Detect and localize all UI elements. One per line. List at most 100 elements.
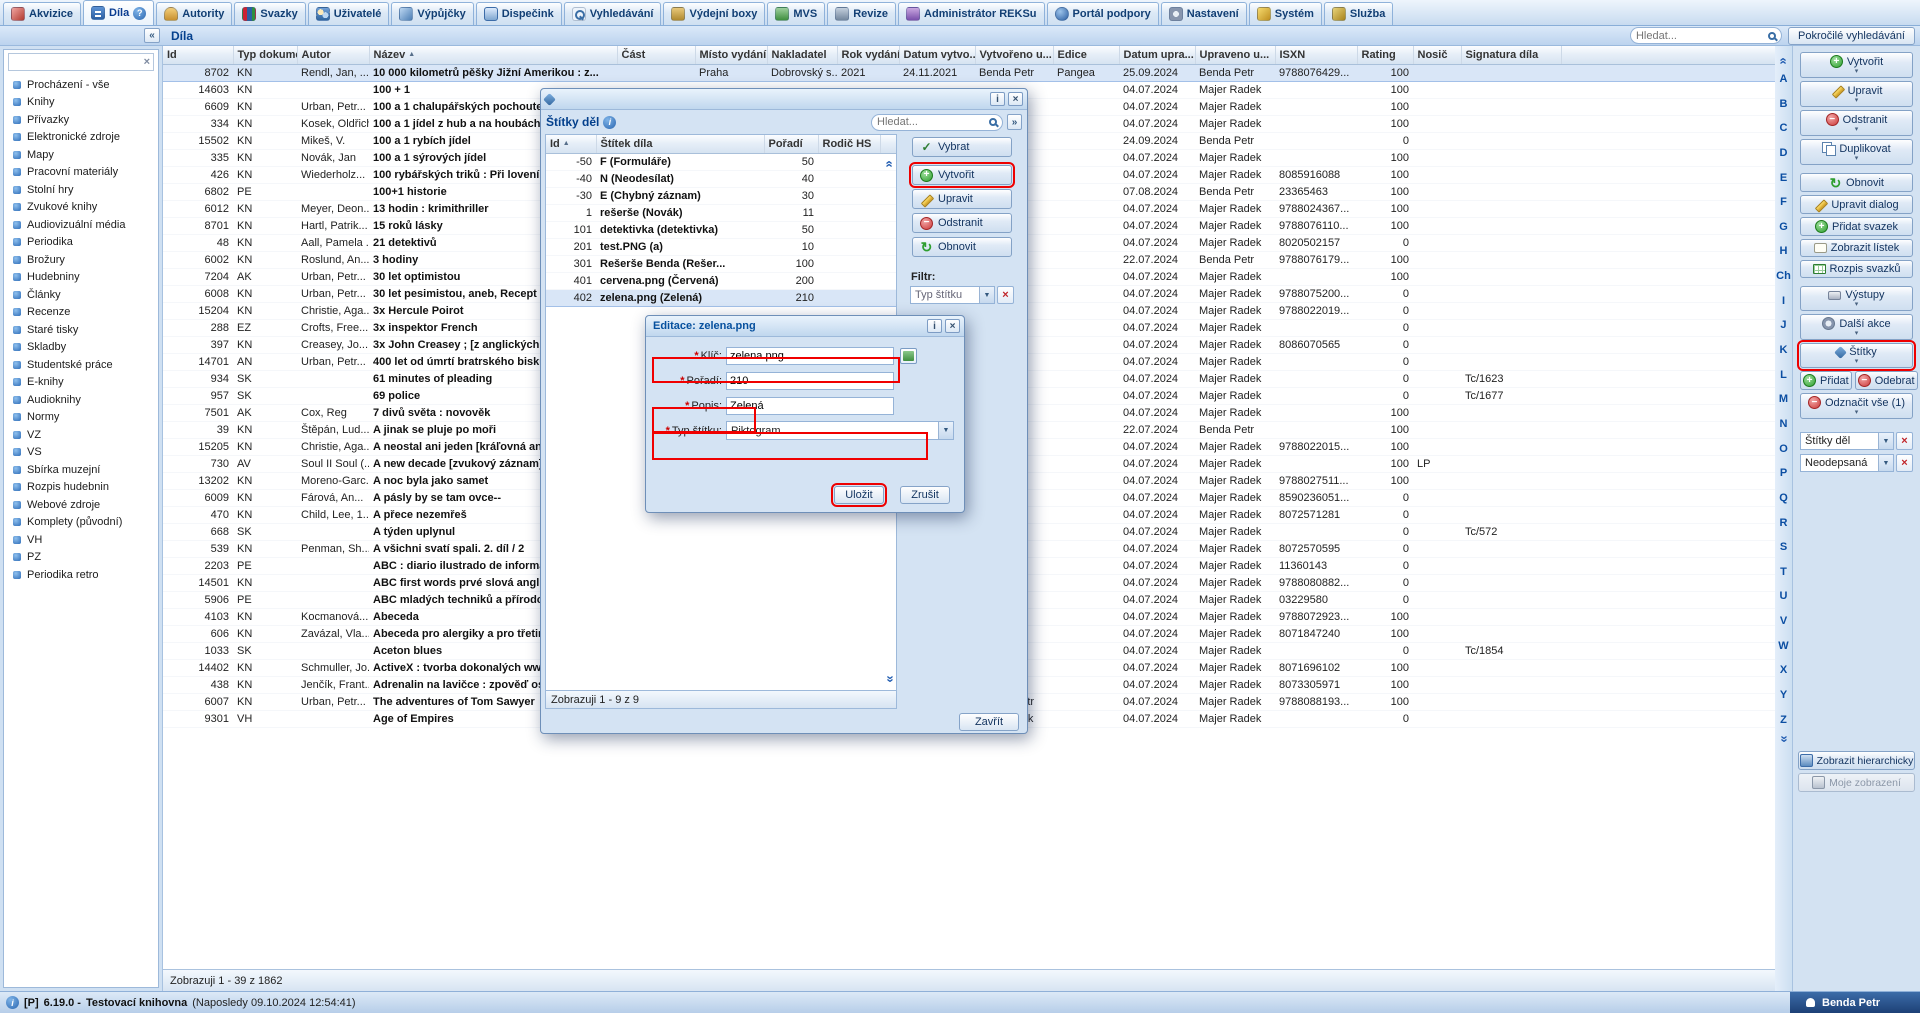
sidebar-item[interactable]: Skladby bbox=[4, 339, 158, 357]
sidebar-item[interactable]: Komplety (původní) bbox=[4, 514, 158, 532]
alphabet-letter[interactable]: L bbox=[1776, 370, 1791, 381]
tab-cart[interactable]: Akvizice bbox=[3, 2, 81, 25]
current-user-button[interactable]: Benda Petr bbox=[1790, 992, 1920, 1013]
info-icon[interactable]: i bbox=[6, 996, 19, 1009]
create-button[interactable]: +Vytvořit ▾ bbox=[1800, 52, 1913, 78]
show-card-button[interactable]: Zobrazit lístek bbox=[1800, 239, 1913, 257]
alphabet-letter[interactable]: T bbox=[1776, 567, 1791, 578]
table-row[interactable]: 1rešerše (Novák)11 bbox=[546, 204, 896, 221]
clear-label-type-button[interactable]: × bbox=[997, 286, 1014, 304]
alphabet-letter[interactable]: X bbox=[1776, 665, 1791, 676]
sidebar-item[interactable]: Sbírka muzejní bbox=[4, 461, 158, 479]
sidebar-item[interactable]: VS bbox=[4, 444, 158, 462]
more-actions-button[interactable]: Další akce ▾ bbox=[1800, 314, 1913, 340]
sidebar-item[interactable]: Normy bbox=[4, 409, 158, 427]
alphabet-letter[interactable]: B bbox=[1776, 99, 1791, 110]
restore-label-button[interactable]: ↻Obnovit bbox=[912, 237, 1012, 257]
column-header[interactable]: Nakladatel bbox=[767, 46, 837, 64]
edit-dialog-button[interactable]: Upravit dialog bbox=[1800, 195, 1913, 214]
scroll-to-top-icon[interactable]: « bbox=[884, 160, 894, 167]
column-header[interactable]: Rok vydání bbox=[837, 46, 899, 64]
sidebar-item[interactable]: Elektronické zdroje bbox=[4, 129, 158, 147]
info-icon[interactable]: i bbox=[603, 116, 616, 129]
clear-filter-icon[interactable]: × bbox=[144, 56, 150, 68]
table-row[interactable]: 201test.PNG (a)10 bbox=[546, 238, 896, 255]
sidebar-item[interactable]: Periodika bbox=[4, 234, 158, 252]
alphabet-letter[interactable]: I bbox=[1776, 296, 1791, 307]
alphabet-letter[interactable]: M bbox=[1776, 394, 1791, 405]
delete-label-button[interactable]: −Odstranit bbox=[912, 213, 1012, 233]
alphabet-letter[interactable]: Q bbox=[1776, 493, 1791, 504]
outputs-button[interactable]: Výstupy ▾ bbox=[1800, 286, 1913, 311]
expand-icon[interactable]: » bbox=[1007, 114, 1022, 130]
scroll-to-top-icon[interactable]: « bbox=[1778, 57, 1788, 64]
labels-button[interactable]: Štítky ▾ bbox=[1800, 343, 1913, 368]
close-icon[interactable]: × bbox=[1008, 92, 1023, 106]
alphabet-letter[interactable]: S bbox=[1776, 542, 1791, 553]
column-header[interactable]: Datum vytvo... bbox=[899, 46, 975, 64]
alphabet-letter[interactable]: G bbox=[1776, 222, 1791, 233]
sidebar-item[interactable]: Pracovní materiály bbox=[4, 164, 158, 182]
status-filter-select[interactable]: Neodepsaná ▼ bbox=[1800, 454, 1894, 472]
table-row[interactable]: -40N (Neodesílat)40 bbox=[546, 170, 896, 187]
tab-users[interactable]: Uživatelé bbox=[308, 2, 390, 25]
alphabet-letter[interactable]: J bbox=[1776, 320, 1791, 331]
table-row[interactable]: 101detektivka (detektivka)50 bbox=[546, 221, 896, 238]
alphabet-letter[interactable]: Ch bbox=[1776, 271, 1791, 282]
info-icon[interactable]: i bbox=[927, 319, 942, 333]
advanced-search-button[interactable]: Pokročilé vyhledávání bbox=[1788, 27, 1915, 45]
edit-button[interactable]: Upravit ▾ bbox=[1800, 81, 1913, 107]
search-icon[interactable] bbox=[1768, 32, 1776, 40]
tab-revision[interactable]: Revize bbox=[827, 2, 896, 25]
tab-book[interactable]: Díla? bbox=[83, 0, 154, 25]
column-header[interactable]: Id bbox=[163, 46, 233, 64]
alphabet-letter[interactable]: H bbox=[1776, 246, 1791, 257]
table-row[interactable]: 301Rešerše Benda (Rešer...100 bbox=[546, 255, 896, 272]
select-label-button[interactable]: ✓Vybrat bbox=[912, 137, 1012, 157]
alphabet-letter[interactable]: A bbox=[1776, 74, 1791, 85]
column-header[interactable]: Typ dokume... bbox=[233, 46, 297, 64]
column-header[interactable]: Štítek díla bbox=[596, 135, 764, 153]
collapse-sidebar-button[interactable]: « bbox=[144, 28, 160, 43]
sidebar-item[interactable]: Procházení - vše bbox=[4, 76, 158, 94]
sidebar-item[interactable]: Staré tisky bbox=[4, 321, 158, 339]
sidebar-item[interactable]: Stolní hry bbox=[4, 181, 158, 199]
search-input[interactable] bbox=[1636, 30, 1768, 42]
alphabet-letter[interactable]: U bbox=[1776, 591, 1791, 602]
labels-search-input[interactable] bbox=[877, 116, 989, 128]
column-header[interactable]: Rating bbox=[1357, 46, 1413, 64]
alphabet-letter[interactable]: Z bbox=[1776, 715, 1791, 726]
tab-monitor[interactable]: Dispečink bbox=[476, 2, 562, 25]
column-header[interactable]: Upraveno u... bbox=[1195, 46, 1275, 64]
desc-input[interactable] bbox=[726, 397, 894, 415]
column-header[interactable]: Edice bbox=[1053, 46, 1119, 64]
tab-person[interactable]: Autority bbox=[156, 2, 232, 25]
sidebar-item[interactable]: Recenze bbox=[4, 304, 158, 322]
sidebar-item[interactable]: Mapy bbox=[4, 146, 158, 164]
tab-system[interactable]: Systém bbox=[1249, 2, 1322, 25]
alphabet-letter[interactable]: K bbox=[1776, 345, 1791, 356]
duplicate-button[interactable]: Duplikovat ▾ bbox=[1800, 139, 1913, 165]
clear-labels-filter-button[interactable]: × bbox=[1896, 432, 1913, 450]
sidebar-item[interactable]: Audiovizuální média bbox=[4, 216, 158, 234]
delete-button[interactable]: −Odstranit ▾ bbox=[1800, 110, 1913, 136]
cancel-button[interactable]: Zrušit bbox=[900, 486, 950, 504]
add-label-button[interactable]: +Přidat bbox=[1800, 371, 1852, 390]
labels-dialog-titlebar[interactable]: i × bbox=[541, 89, 1027, 110]
column-header[interactable]: Autor bbox=[297, 46, 369, 64]
sidebar-item[interactable]: Studentské práce bbox=[4, 356, 158, 374]
tab-volumes[interactable]: Svazky bbox=[234, 2, 305, 25]
column-header[interactable]: Místo vydání bbox=[695, 46, 767, 64]
sidebar-filter-input[interactable] bbox=[12, 56, 144, 68]
tab-settings[interactable]: Nastavení bbox=[1161, 2, 1247, 25]
tab-exchange[interactable]: MVS bbox=[767, 2, 825, 25]
sidebar-item[interactable]: E-knihy bbox=[4, 374, 158, 392]
tab-search-tab[interactable]: Vyhledávání bbox=[564, 2, 662, 25]
sidebar-item[interactable]: Periodika retro bbox=[4, 566, 158, 584]
tab-service[interactable]: Služba bbox=[1324, 2, 1393, 25]
show-hierarchy-button[interactable]: Zobrazit hierarchicky bbox=[1798, 751, 1915, 770]
sidebar-item[interactable]: PZ bbox=[4, 549, 158, 567]
column-header[interactable]: Název▲ bbox=[369, 46, 617, 64]
column-header[interactable]: Vytvořeno u... bbox=[975, 46, 1053, 64]
search-icon[interactable] bbox=[989, 118, 997, 126]
